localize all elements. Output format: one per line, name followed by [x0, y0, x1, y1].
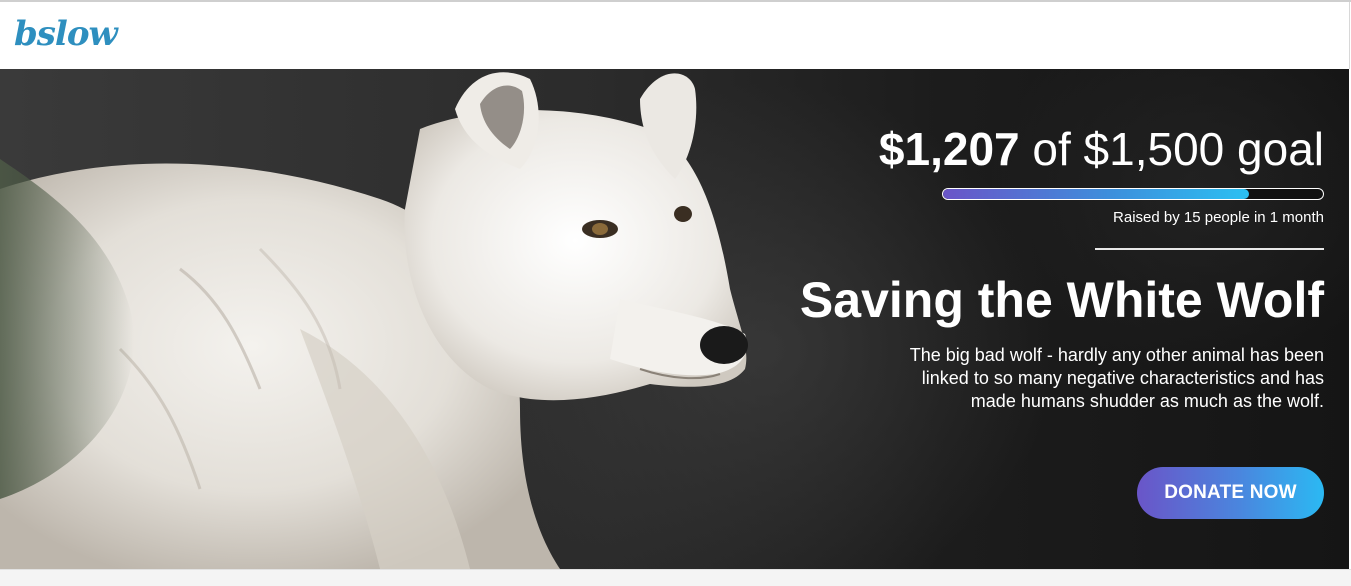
- funding-progress-bar: [942, 188, 1324, 200]
- progress-fill: [943, 189, 1249, 199]
- hero-banner: $1,207 of $1,500 goal Raised by 15 peopl…: [0, 69, 1349, 569]
- raised-amount: $1,207: [878, 123, 1020, 175]
- white-wolf-photo: [0, 72, 748, 569]
- divider: [1095, 248, 1324, 250]
- donate-button[interactable]: DONATE NOW: [1137, 467, 1324, 519]
- backers-summary: Raised by 15 people in 1 month: [1113, 209, 1324, 226]
- brand-logo[interactable]: bslow: [14, 14, 118, 54]
- campaign-title: Saving the White Wolf: [799, 272, 1324, 328]
- goal-text: of $1,500 goal: [1019, 123, 1324, 175]
- site-header: bslow: [0, 2, 1350, 69]
- campaign-panel: $1,207 of $1,500 goal Raised by 15 peopl…: [764, 69, 1324, 569]
- page-bottom-strip: [0, 569, 1351, 586]
- page: bslow $1,207 of $1,500 goal Raised by 15…: [0, 0, 1351, 586]
- funding-status: $1,207 of $1,500 goal: [879, 121, 1324, 177]
- campaign-description: The big bad wolf - hardly any other anim…: [909, 345, 1324, 411]
